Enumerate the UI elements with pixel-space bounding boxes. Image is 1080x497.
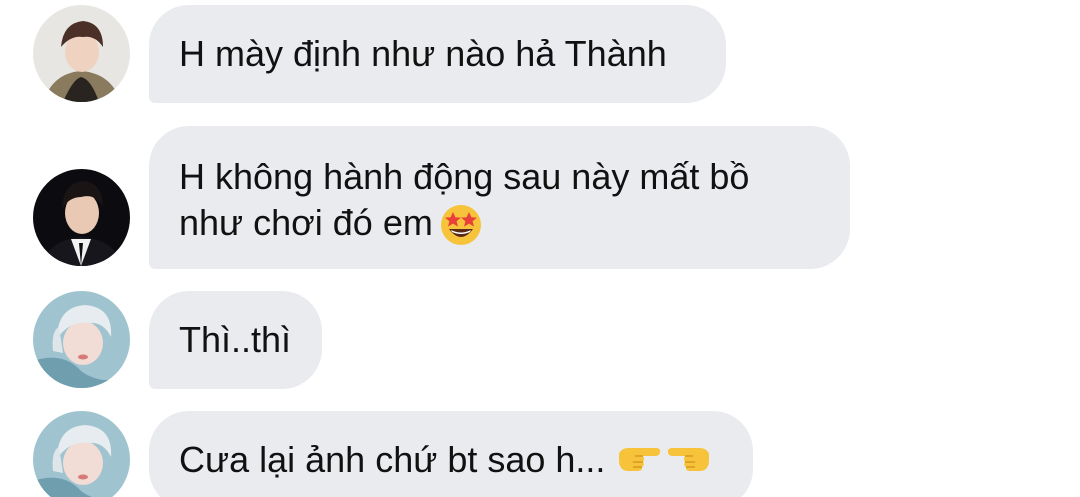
message-bubble[interactable]: Cưa lại ảnh chứ bt sao h... <box>149 411 753 497</box>
message-bubble[interactable]: H không hành động sau này mất bồ như chơ… <box>149 126 850 269</box>
star-struck-emoji <box>439 203 483 247</box>
avatar-pale-hair <box>33 291 130 388</box>
avatar[interactable] <box>33 291 130 388</box>
avatar-pale-hair <box>33 411 130 497</box>
avatar[interactable] <box>33 169 130 266</box>
avatar-boy-black-suit <box>33 169 130 266</box>
message-text-line: H không hành động sau này mất bồ <box>179 156 750 197</box>
chat-thread: H mày định như nào hả Thành H không hành… <box>0 0 1080 497</box>
backhand-index-pointing-right-emoji <box>617 437 661 483</box>
message-text: Thì..thì <box>179 319 292 360</box>
message-text: như chơi đó em <box>179 202 433 243</box>
avatar-boy-beige-jacket <box>33 5 130 102</box>
message-bubble[interactable]: H mày định như nào hả Thành <box>149 5 726 103</box>
backhand-index-pointing-left-emoji <box>667 437 711 483</box>
message-bubble[interactable]: Thì..thì <box>149 291 322 389</box>
message-text-line: như chơi đó em <box>179 200 820 247</box>
avatar[interactable] <box>33 5 130 102</box>
emoji-group <box>617 437 711 483</box>
avatar[interactable] <box>33 411 130 497</box>
message-text: H mày định như nào hả Thành <box>179 33 667 74</box>
message-text: Cưa lại ảnh chứ bt sao h... <box>179 439 606 480</box>
